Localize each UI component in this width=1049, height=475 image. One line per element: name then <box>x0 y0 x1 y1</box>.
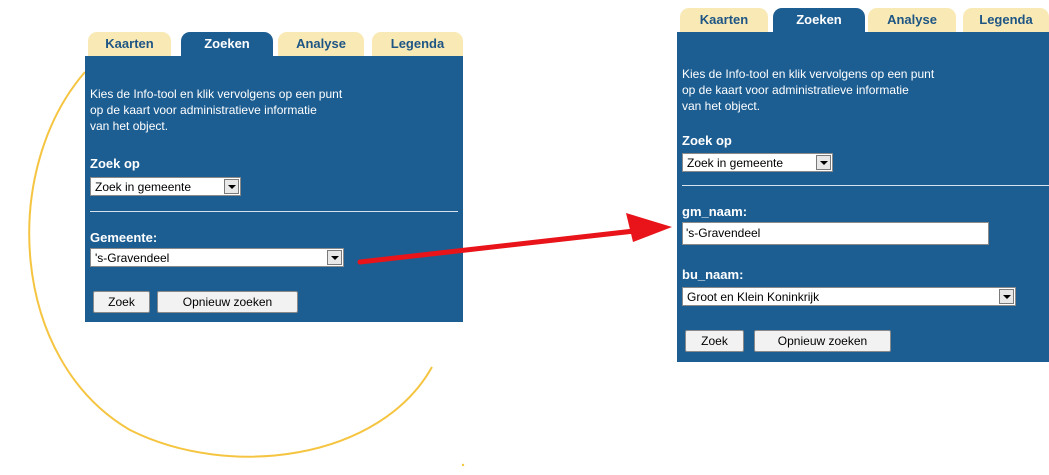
tab-analyse[interactable]: Analyse <box>868 8 956 32</box>
bu-naam-label: bu_naam: <box>682 267 744 282</box>
gm-naam-field[interactable]: 's-Gravendeel <box>682 222 989 245</box>
zoek-op-select[interactable]: Zoek in gemeente <box>682 153 833 172</box>
left-search-panel: Kaarten Zoeken Analyse Legenda Kies de I… <box>85 32 463 322</box>
tab-analyse[interactable]: Analyse <box>278 32 364 56</box>
gm-naam-label: gm_naam: <box>682 204 748 219</box>
opnieuw-zoeken-button[interactable]: Opnieuw zoeken <box>157 291 298 313</box>
chevron-down-icon[interactable] <box>327 250 342 265</box>
zoek-button[interactable]: Zoek <box>685 330 744 352</box>
chevron-down-icon[interactable] <box>224 179 239 194</box>
tab-legenda[interactable]: Legenda <box>963 8 1049 32</box>
divider <box>682 185 1049 186</box>
gemeente-label: Gemeente: <box>90 230 158 245</box>
left-panel-body: Kies de Info-tool en klik vervolgens op … <box>85 56 463 322</box>
chevron-down-icon[interactable] <box>999 289 1014 304</box>
tab-kaarten[interactable]: Kaarten <box>680 8 768 32</box>
zoek-op-value: Zoek in gemeente <box>95 180 192 194</box>
tab-kaarten[interactable]: Kaarten <box>88 32 171 56</box>
tab-zoeken[interactable]: Zoeken <box>181 32 273 56</box>
bu-naam-value: Groot en Klein Koninkrijk <box>687 290 820 304</box>
tab-legenda[interactable]: Legenda <box>372 32 463 56</box>
bu-naam-select[interactable]: Groot en Klein Koninkrijk <box>682 287 1016 306</box>
tab-zoeken[interactable]: Zoeken <box>773 8 865 32</box>
gemeente-value: 's-Gravendeel <box>95 251 170 265</box>
opnieuw-zoeken-button[interactable]: Opnieuw zoeken <box>754 330 891 352</box>
info-text: Kies de Info-tool en klik vervolgens op … <box>90 87 343 133</box>
gemeente-select[interactable]: 's-Gravendeel <box>90 248 344 267</box>
zoek-button[interactable]: Zoek <box>93 291 150 313</box>
chevron-down-icon[interactable] <box>816 155 831 170</box>
zoek-op-select[interactable]: Zoek in gemeente <box>90 177 241 196</box>
zoek-op-label: Zoek op <box>90 156 140 171</box>
zoek-op-label: Zoek op <box>682 133 732 148</box>
info-text: Kies de Info-tool en klik vervolgens op … <box>682 67 935 113</box>
right-panel-body: Kies de Info-tool en klik vervolgens op … <box>677 32 1049 362</box>
divider <box>90 211 458 212</box>
zoek-op-value: Zoek in gemeente <box>687 156 784 170</box>
right-search-panel: Kaarten Zoeken Analyse Legenda Kies de I… <box>677 8 1049 362</box>
